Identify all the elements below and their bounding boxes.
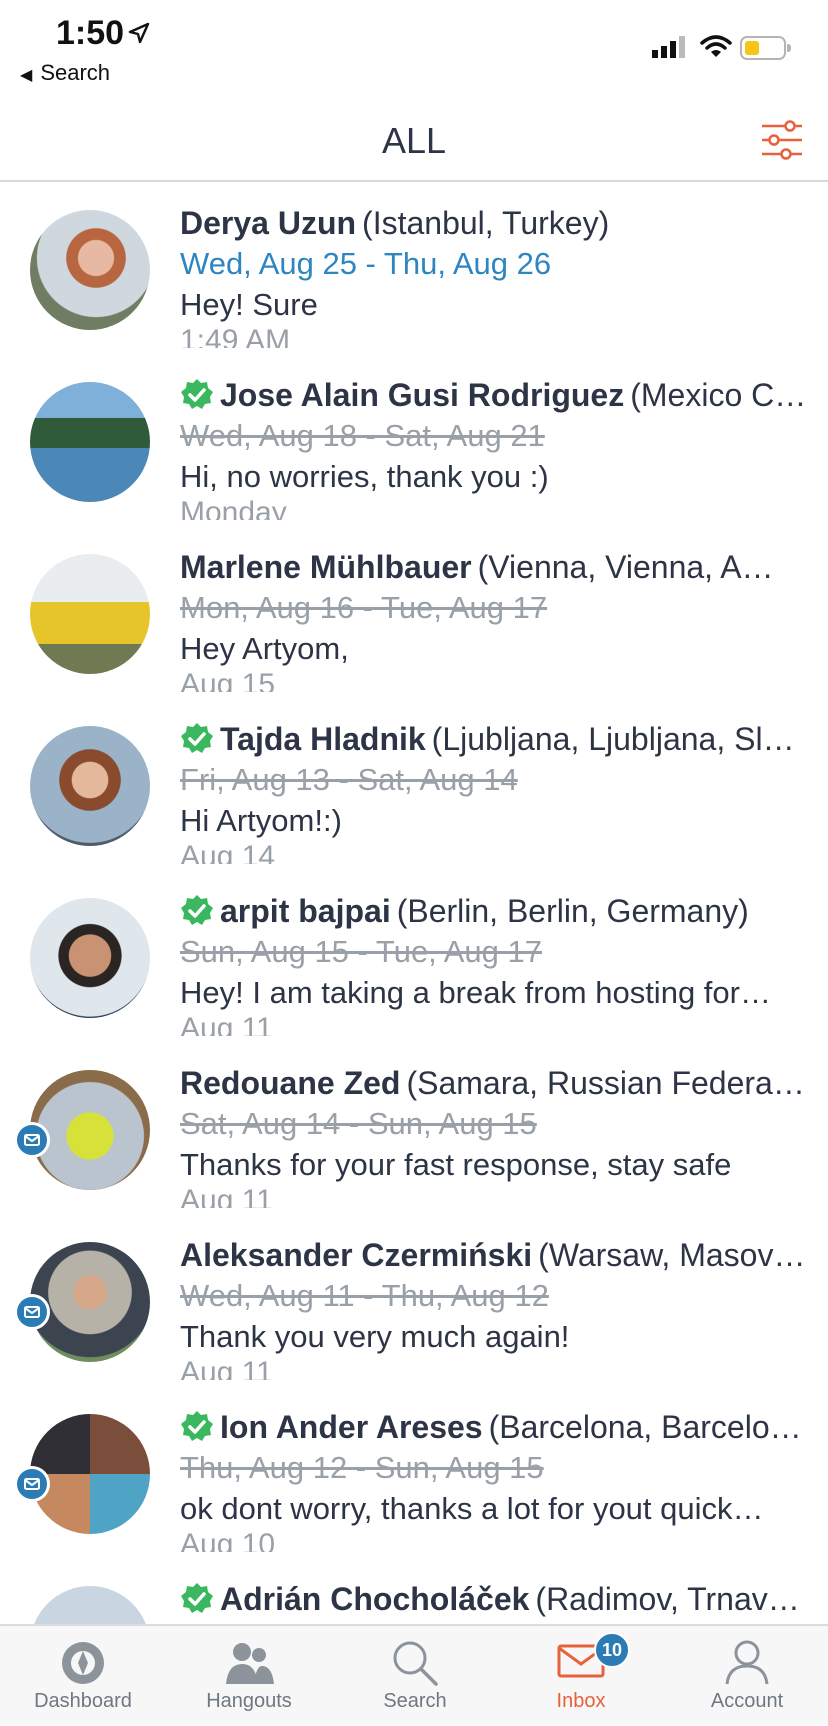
verified-badge-icon: [181, 1583, 213, 1613]
mail-badge-icon: [14, 1122, 50, 1158]
avatar: [30, 1242, 150, 1362]
conversation-row[interactable]: Jose Alain Gusi Rodriguez (Mexico Ci… Wed…: [0, 356, 828, 528]
contact-location: (Ljubljana, Ljubljana, Sl…: [431, 721, 795, 757]
tab-bar: Dashboard Hangouts Search 10 Inbox Accou…: [0, 1624, 828, 1724]
unread-count-badge: 10: [594, 1632, 630, 1668]
contact-location: (Radimov, Trnav…: [535, 1581, 800, 1617]
message-time: Monday: [180, 498, 287, 520]
message-preview: Hey Artyom,: [180, 631, 349, 666]
back-triangle-icon: ◀: [20, 67, 33, 84]
contact-name: Redouane Zed: [180, 1065, 401, 1101]
tab-label: Hangouts: [206, 1690, 292, 1712]
contact-location: (Barcelona, Barcelo…: [488, 1409, 802, 1445]
tab-label: Account: [710, 1690, 784, 1712]
verified-badge-icon: [181, 895, 213, 925]
back-label: Search: [40, 60, 111, 85]
verified-badge-icon: [181, 723, 213, 753]
tab-search[interactable]: Search: [332, 1626, 498, 1726]
avatar: [30, 898, 150, 1018]
contact-location: (Samara, Russian Federat…: [406, 1065, 810, 1101]
trip-dates: Sat, Aug 14 - Sun, Aug 15: [180, 1106, 537, 1141]
contact-location: (Istanbul, Turkey): [362, 205, 610, 241]
conversation-list[interactable]: Derya Uzun (Istanbul, Turkey) Wed, Aug 25…: [0, 184, 828, 1624]
mail-badge-icon: [14, 1466, 50, 1502]
contact-name: Jose Alain Gusi Rodriguez: [220, 377, 625, 413]
contact-name: Tajda Hladnik: [220, 721, 426, 757]
contact-name: arpit bajpai: [220, 893, 391, 929]
conversation-row[interactable]: Tajda Hladnik (Ljubljana, Ljubljana, Sl… …: [0, 700, 828, 872]
message-time: 1:49 AM: [180, 326, 291, 348]
avatar: [30, 1070, 150, 1190]
message-preview: Hi Artyom!:): [180, 803, 342, 838]
avatar: [30, 1414, 150, 1534]
conversation-row[interactable]: Derya Uzun (Istanbul, Turkey) Wed, Aug 25…: [0, 184, 828, 356]
avatar: [30, 726, 150, 846]
avatar: [30, 554, 150, 674]
contact-name: Ion Ander Areses: [220, 1409, 483, 1445]
status-time: 1:50: [56, 14, 125, 52]
avatar: [30, 1586, 150, 1624]
contact-name: Derya Uzun: [180, 205, 357, 241]
trip-dates: Wed, Aug 25 - Thu, Aug 26: [180, 246, 552, 281]
trip-dates: Thu, Aug 12 - Sun, Aug 15: [180, 1450, 544, 1485]
contact-location: (Mexico Ci…: [630, 377, 810, 413]
tab-label: Search: [383, 1690, 447, 1712]
status-bar: 1:50 ◀ Search: [0, 0, 828, 100]
contact-location: (Vienna, Vienna, A…: [477, 549, 774, 585]
message-preview: Hi, no worries, thank you :): [180, 459, 549, 494]
contact-location: (Berlin, Berlin, Germany): [396, 893, 749, 929]
conversation-row[interactable]: Ion Ander Areses (Barcelona, Barcelo… Thu…: [0, 1388, 828, 1560]
verified-badge-icon: [181, 1411, 213, 1441]
message-preview: Thank you very much again!: [180, 1319, 570, 1354]
trip-dates: Mon, Aug 16 - Tue, Aug 17: [180, 590, 548, 625]
message-preview: Hey! Sure: [180, 287, 318, 322]
conversation-row[interactable]: Aleksander Czermiński (Warsaw, Masov… Wed…: [0, 1216, 828, 1388]
tab-dashboard[interactable]: Dashboard: [0, 1626, 166, 1726]
contact-location: (Warsaw, Masov…: [538, 1237, 806, 1273]
message-preview: Hey! I am taking a break from hosting fo…: [180, 975, 771, 1010]
location-arrow-icon: [128, 22, 150, 44]
avatar: [30, 210, 150, 330]
person-icon: [725, 1640, 769, 1685]
message-time: Aug 11: [180, 1186, 273, 1208]
page-title: ALL: [381, 120, 447, 161]
trip-dates: Wed, Aug 18 - Sat, Aug 21: [180, 418, 545, 453]
message-time: Aug 10: [180, 1530, 276, 1552]
mail-badge-icon: [14, 1294, 50, 1330]
trip-dates: Fri, Aug 13 - Sat, Aug 14: [180, 762, 518, 797]
contact-name: Adrián Chocholáček: [220, 1581, 530, 1617]
conversation-row[interactable]: arpit bajpai (Berlin, Berlin, Germany) Su…: [0, 872, 828, 1044]
message-time: Aug 11: [180, 1014, 273, 1036]
people-icon: [226, 1643, 274, 1684]
trip-dates: Wed, Aug 11 - Thu, Aug 12: [180, 1278, 549, 1313]
avatar: [30, 382, 150, 502]
contact-name: Marlene Mühlbauer: [180, 549, 472, 585]
battery-icon: [740, 36, 791, 60]
message-time: Aug 14: [180, 842, 276, 864]
tab-label: Inbox: [556, 1690, 606, 1712]
wifi-icon: [700, 35, 732, 57]
tab-account[interactable]: Account: [664, 1626, 828, 1726]
tab-inbox[interactable]: 10 Inbox: [498, 1626, 664, 1726]
tab-hangouts[interactable]: Hangouts: [166, 1626, 332, 1726]
conversation-row[interactable]: Marlene Mühlbauer (Vienna, Vienna, A… Mon…: [0, 528, 828, 700]
conversation-row[interactable]: Redouane Zed (Samara, Russian Federat… Sa…: [0, 1044, 828, 1216]
contact-name: Aleksander Czermiński: [180, 1237, 533, 1273]
back-to-search-link[interactable]: ◀ Search: [20, 60, 110, 86]
message-preview: ok dont worry, thanks a lot for yout qui…: [180, 1491, 764, 1526]
message-time: Aug 11: [180, 1358, 273, 1380]
compass-icon: [62, 1642, 104, 1684]
conversation-row[interactable]: Adrián Chocholáček (Radimov, Trnav…: [0, 1560, 828, 1624]
filter-sliders-icon[interactable]: [760, 120, 804, 160]
trip-dates: Sun, Aug 15 - Tue, Aug 17: [180, 934, 542, 969]
tab-label: Dashboard: [34, 1690, 132, 1712]
search-icon: [393, 1641, 438, 1686]
message-time: Aug 15: [180, 670, 276, 692]
cellular-signal-icon: [652, 36, 685, 58]
message-preview: Thanks for your fast response, stay safe: [180, 1147, 732, 1182]
inbox-header: ALL: [0, 100, 828, 182]
verified-badge-icon: [181, 379, 213, 409]
